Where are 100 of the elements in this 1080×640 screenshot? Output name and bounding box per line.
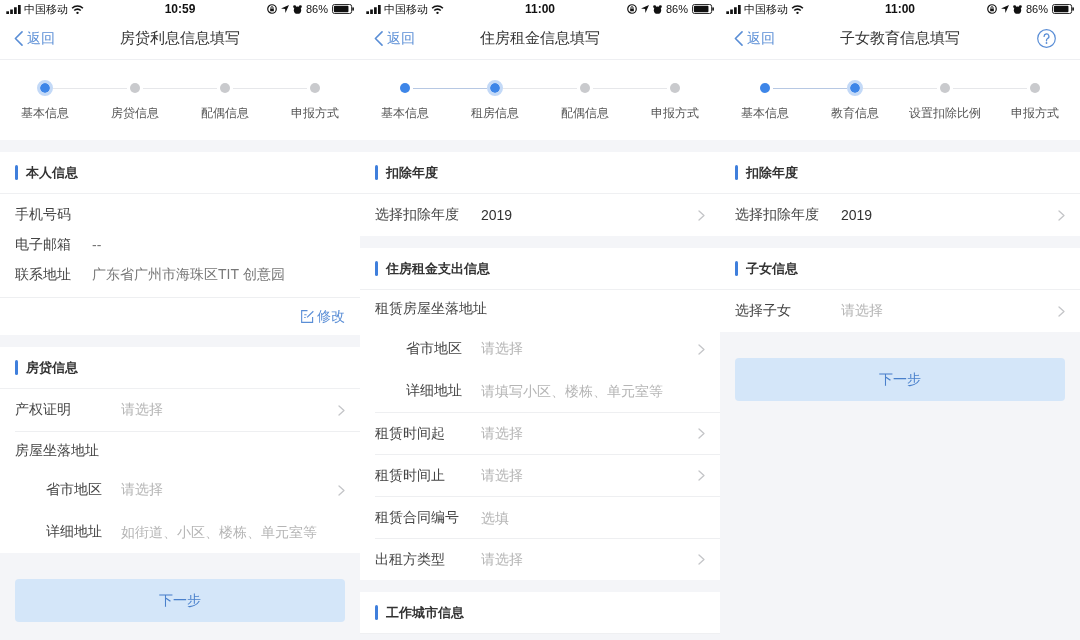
section-marker-icon [375,165,378,180]
step-label: 基本信息 [741,105,789,122]
status-time: 11:00 [525,2,555,16]
chevron-right-icon [698,343,705,355]
step-label: 申报方式 [291,105,339,122]
section-marker-icon [735,165,738,180]
chevron-right-icon [1058,209,1065,221]
section-marker-icon [375,605,378,620]
select-field[interactable]: 请选择 [481,413,705,454]
section-marker-icon [15,360,18,375]
chevron-right-icon [698,470,705,481]
select-field[interactable]: 2019 [481,194,705,236]
help-icon[interactable] [1037,29,1056,48]
select-field[interactable]: 请选择 [481,539,705,580]
info-value: 广东省广州市海珠区TIT 创意园 [92,266,285,284]
step-label: 基本信息 [21,105,69,122]
info-label: 电子邮箱 [15,236,72,254]
alarm-clock-icon [1012,4,1022,14]
chevron-right-icon [1058,305,1065,317]
input-field[interactable]: 选填 [481,505,705,530]
location-arrow-icon [1000,5,1009,13]
select-field[interactable]: 请选择 [121,469,345,511]
select-field[interactable]: 请选择 [841,290,1065,332]
alarm-clock-icon [292,4,302,14]
carrier-name: 中国移动 [24,2,68,16]
select-field[interactable]: 请选择 [481,328,705,370]
back-button[interactable]: 返回 [734,29,775,48]
section-title: 本人信息 [26,163,78,182]
rotation-lock-icon [626,4,637,14]
rotation-lock-icon [986,4,997,14]
carrier-name: 中国移动 [744,2,788,16]
chevron-left-icon [374,31,383,46]
field-label: 选择子女 [735,302,792,320]
select-field[interactable]: 请选择 [481,455,705,496]
battery-percent: 86% [305,2,328,16]
field-label: 产权证明 [15,401,72,419]
field-label: 详细地址 [46,523,103,541]
select-field[interactable]: 请选择 [121,389,345,431]
info-label: 手机号码 [15,206,72,224]
status-time: 10:59 [164,2,196,16]
group-label: 房屋坐落地址 [15,441,99,460]
chevron-right-icon [338,484,345,496]
chevron-right-icon [698,554,705,565]
battery-icon [692,4,714,14]
status-time: 11:00 [885,2,915,16]
step-label: 教育信息 [831,105,879,122]
back-button[interactable]: 返回 [374,29,415,48]
edit-link[interactable]: 修改 [301,307,345,326]
alarm-clock-icon [652,4,662,14]
chevron-right-icon [698,428,705,439]
field-label: 出租方类型 [375,550,446,569]
section-marker-icon [15,165,18,180]
screen-title: 房贷利息信息填写 [120,29,240,48]
battery-percent: 86% [1025,2,1048,16]
signal-icon [6,4,21,14]
step-label: 房贷信息 [111,105,159,122]
signal-icon [366,4,381,14]
screen-title: 住房租金信息填写 [480,29,600,48]
field-label: 省市地区 [406,340,463,358]
chevron-right-icon [698,209,705,221]
chevron-left-icon [734,31,743,46]
chevron-left-icon [14,31,23,46]
section-marker-icon [375,261,378,276]
step-label: 设置扣除比例 [909,105,981,122]
location-arrow-icon [280,5,289,13]
section-title: 房贷信息 [26,358,78,377]
step-label: 基本信息 [381,105,429,122]
section-title: 子女信息 [746,259,798,278]
battery-percent: 86% [665,2,688,16]
field-label: 选择扣除年度 [375,206,460,224]
wifi-icon [71,4,84,14]
battery-icon [332,4,354,14]
field-label: 租赁时间止 [375,466,446,485]
step-label: 申报方式 [651,105,699,122]
info-label: 联系地址 [15,266,72,284]
screen-title: 子女教育信息填写 [840,29,960,48]
step-label: 配偶信息 [201,105,249,122]
input-field[interactable]: 如街道、小区、楼栋、单元室等 [121,520,345,544]
back-button[interactable]: 返回 [14,29,55,48]
wifi-icon [431,4,444,14]
edit-icon [301,310,314,323]
select-field[interactable]: 2019 [841,194,1065,236]
step-label: 申报方式 [1011,105,1059,122]
rotation-lock-icon [266,4,277,14]
group-label: 租赁房屋坐落地址 [375,300,487,318]
input-field[interactable]: 请填写小区、楼栋、单元室等 [481,379,705,403]
field-label: 省市地区 [46,481,103,499]
chevron-right-icon [338,404,345,416]
field-label: 选择扣除年度 [735,206,820,224]
section-title: 住房租金支出信息 [386,259,490,278]
field-label: 租赁合同编号 [375,508,460,527]
section-title: 工作城市信息 [386,603,464,622]
field-label: 租赁时间起 [375,424,446,443]
info-value: -- [92,237,102,253]
section-title: 扣除年度 [746,163,798,182]
section-title: 扣除年度 [386,163,438,182]
carrier-name: 中国移动 [384,2,428,16]
field-label: 详细地址 [406,382,463,400]
wifi-icon [791,4,804,14]
section-marker-icon [735,261,738,276]
